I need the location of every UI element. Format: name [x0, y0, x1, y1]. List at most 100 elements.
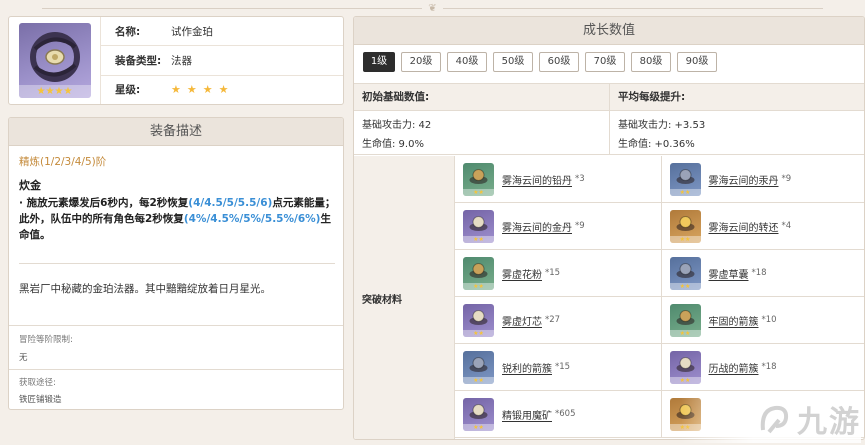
level-button-7[interactable]: 90级	[677, 52, 717, 72]
base-hp: 生命值: 9.0%	[362, 139, 424, 150]
material-count: *4	[781, 221, 792, 231]
mystic-ore-icon: ★★	[463, 397, 494, 431]
material-row: ★★ 雾海云间的金丹 *9 ★★ 雾海云间的转还 *4	[455, 203, 865, 250]
material-item[interactable]: ★★ 牢固的箭簇 *10	[660, 297, 865, 343]
material-row: ★★ 锐利的箭簇 *15 ★★ 历战的箭簇 *18	[455, 344, 865, 391]
veteran-arrowhead-icon: ★★	[669, 350, 701, 384]
level-selector: 1级 20级 40级 50级 60级 70级 80级 90级	[354, 45, 864, 83]
material-name[interactable]: 雾海云间的汞丹	[709, 172, 779, 187]
material-name[interactable]: 历战的箭簇	[709, 360, 759, 375]
level-button-4[interactable]: 60级	[539, 52, 579, 72]
level-button-6[interactable]: 80级	[631, 52, 671, 72]
material-name[interactable]: 雾海云间的转还	[709, 219, 779, 234]
avg-growth: 基础攻击力: +3.53 生命值: +0.36%	[609, 111, 864, 154]
passive-value-highlight: (4%/4.5%/5%/5.5%/6%)	[183, 213, 321, 225]
item-name: 试作金珀	[171, 25, 213, 38]
material-item[interactable]: ★★ 雾虚草囊 *18	[660, 250, 865, 296]
divider	[9, 369, 343, 370]
material-count: *18	[751, 268, 767, 278]
growth-header: 成长数值	[354, 17, 864, 45]
mercury-pill-icon: ★★	[669, 162, 701, 196]
item-type-label: 装备类型:	[115, 54, 162, 67]
item-type: 法器	[171, 54, 192, 67]
material-item[interactable]: ★★ 雾海云间的金丹 *9	[455, 203, 661, 249]
material-row: ★★ 雾虚灯芯 *27 ★★ 牢固的箭簇 *10	[455, 297, 865, 344]
base-stats-header: 初始基础数值:	[362, 91, 430, 103]
rarity-stars: ★ ★ ★ ★	[171, 83, 235, 96]
description-card: 装备描述 精炼(1/2/3/4/5)阶 炊金 · 施放元素爆发后6秒内，每2秒恢…	[8, 117, 344, 410]
requirement-label: 冒险等阶限制:	[19, 335, 73, 345]
refinement-levels: 精炼(1/2/3/4/5)阶	[19, 156, 107, 168]
material-count: *605	[555, 409, 576, 419]
level-button-3[interactable]: 50级	[493, 52, 533, 72]
divider	[19, 263, 335, 264]
material-name[interactable]: 精锻用魔矿	[502, 407, 552, 422]
star-icon: ★	[186, 83, 197, 97]
material-item[interactable]: ★★ 雾海云间的铅丹 *3	[455, 156, 661, 202]
growth-card: 成长数值 1级 20级 40级 50级 60级 70级 80级 90级 初始基础数值: 平均每…	[353, 16, 865, 440]
catalyst-icon: ★★★★	[18, 23, 91, 98]
material-item[interactable]: ★★ 雾海云间的汞丹 *9	[660, 156, 865, 202]
material-name[interactable]: 雾海云间的金丹	[502, 219, 572, 234]
level-button-5[interactable]: 70级	[585, 52, 625, 72]
avg-atk: 基础攻击力: +3.53	[618, 120, 706, 131]
item-name-row: 名称: 试作金珀	[101, 17, 343, 47]
item-name-label: 名称:	[115, 25, 141, 38]
lore-text: 黑岩厂中秘藏的金珀法器。其中黯黯绽放着日月星光。	[19, 283, 271, 295]
lamp-wick-icon: ★★	[463, 303, 494, 337]
material-name[interactable]: 雾海云间的铅丹	[502, 172, 572, 187]
material-item[interactable]: ★★ 雾虚灯芯 *27	[455, 297, 661, 343]
passive-description: · 施放元素爆发后6秒内，每2秒恢复(4/4.5/5/5.5/6)点元素能量；此…	[19, 195, 337, 243]
item-rarity-label: 星级:	[115, 84, 141, 97]
gold-pill-icon: ★★	[463, 209, 494, 243]
item-info-card: ★ ★ ★ ★ 名称: 试作金珀 装备类型: 法器 星级: ★ ★ ★ ★	[8, 16, 344, 105]
level-button-0[interactable]: 1级	[363, 52, 395, 72]
item-type-row: 装备类型: 法器	[101, 46, 343, 76]
material-count: *15	[545, 268, 561, 278]
divider	[9, 325, 343, 326]
passive-value-highlight: (4/4.5/5/5.5/6)	[188, 197, 273, 209]
star-icon: ★	[202, 83, 213, 97]
base-atk: 基础攻击力: 42	[362, 120, 432, 131]
icon-rarity-stars: ★★★★	[18, 85, 91, 98]
source-value: 铁匠铺锻造	[19, 395, 62, 405]
stat-values-row: 基础攻击力: 42 生命值: 9.0% 基础攻击力: +3.53 生命值: +0…	[354, 111, 864, 155]
return-pill-icon: ★★	[669, 209, 701, 243]
star-icon: ★	[218, 83, 229, 97]
watermark: 九游	[681, 395, 861, 443]
material-item[interactable]: ★★ 精锻用魔矿 *605	[455, 391, 661, 437]
sharp-arrowhead-icon: ★★	[463, 350, 494, 384]
material-name[interactable]: 牢固的箭簇	[709, 313, 759, 328]
material-count: *10	[761, 315, 777, 325]
level-button-2[interactable]: 40级	[447, 52, 487, 72]
star-icon: ★	[171, 83, 181, 97]
nine-game-logo-icon	[760, 405, 789, 434]
material-count: *27	[545, 315, 561, 325]
material-name[interactable]: 雾虚灯芯	[502, 313, 542, 328]
avg-growth-header: 平均每级提升:	[609, 84, 864, 110]
material-name[interactable]: 雾虚草囊	[709, 266, 749, 281]
level-button-1[interactable]: 20级	[401, 52, 441, 72]
arrowhead-icon: ★★	[669, 303, 701, 337]
materials-label: 突破材料	[354, 156, 455, 439]
material-count: *9	[575, 221, 585, 231]
material-row: ★★ 雾海云间的铅丹 *3 ★★ 雾海云间的汞丹 *9	[455, 156, 865, 203]
material-name[interactable]: 雾虚花粉	[502, 266, 542, 281]
material-item[interactable]: ★★ 雾虚花粉 *15	[455, 250, 661, 296]
material-item[interactable]: ★★ 历战的箭簇 *18	[660, 344, 865, 390]
pollen-icon: ★★	[463, 256, 494, 290]
item-icon-frame: ★★★★	[9, 17, 101, 104]
stat-header-row: 初始基础数值: 平均每级提升:	[354, 83, 864, 111]
description-header: 装备描述	[9, 118, 343, 146]
passive-name: 炊金	[19, 179, 41, 192]
material-name[interactable]: 锐利的箭簇	[502, 360, 552, 375]
lead-pill-icon: ★★	[463, 162, 494, 196]
material-row: ★★ 雾虚花粉 *15 ★★ 雾虚草囊 *18	[455, 250, 865, 297]
material-count: *15	[555, 362, 571, 372]
material-item[interactable]: ★★ 锐利的箭簇 *15	[455, 344, 661, 390]
top-ornament: ❦	[0, 3, 865, 14]
material-item[interactable]: ★★ 雾海云间的转还 *4	[660, 203, 865, 249]
material-count: *18	[761, 362, 777, 372]
base-stats: 基础攻击力: 42 生命值: 9.0%	[354, 111, 609, 154]
source-label: 获取途径:	[19, 378, 56, 388]
